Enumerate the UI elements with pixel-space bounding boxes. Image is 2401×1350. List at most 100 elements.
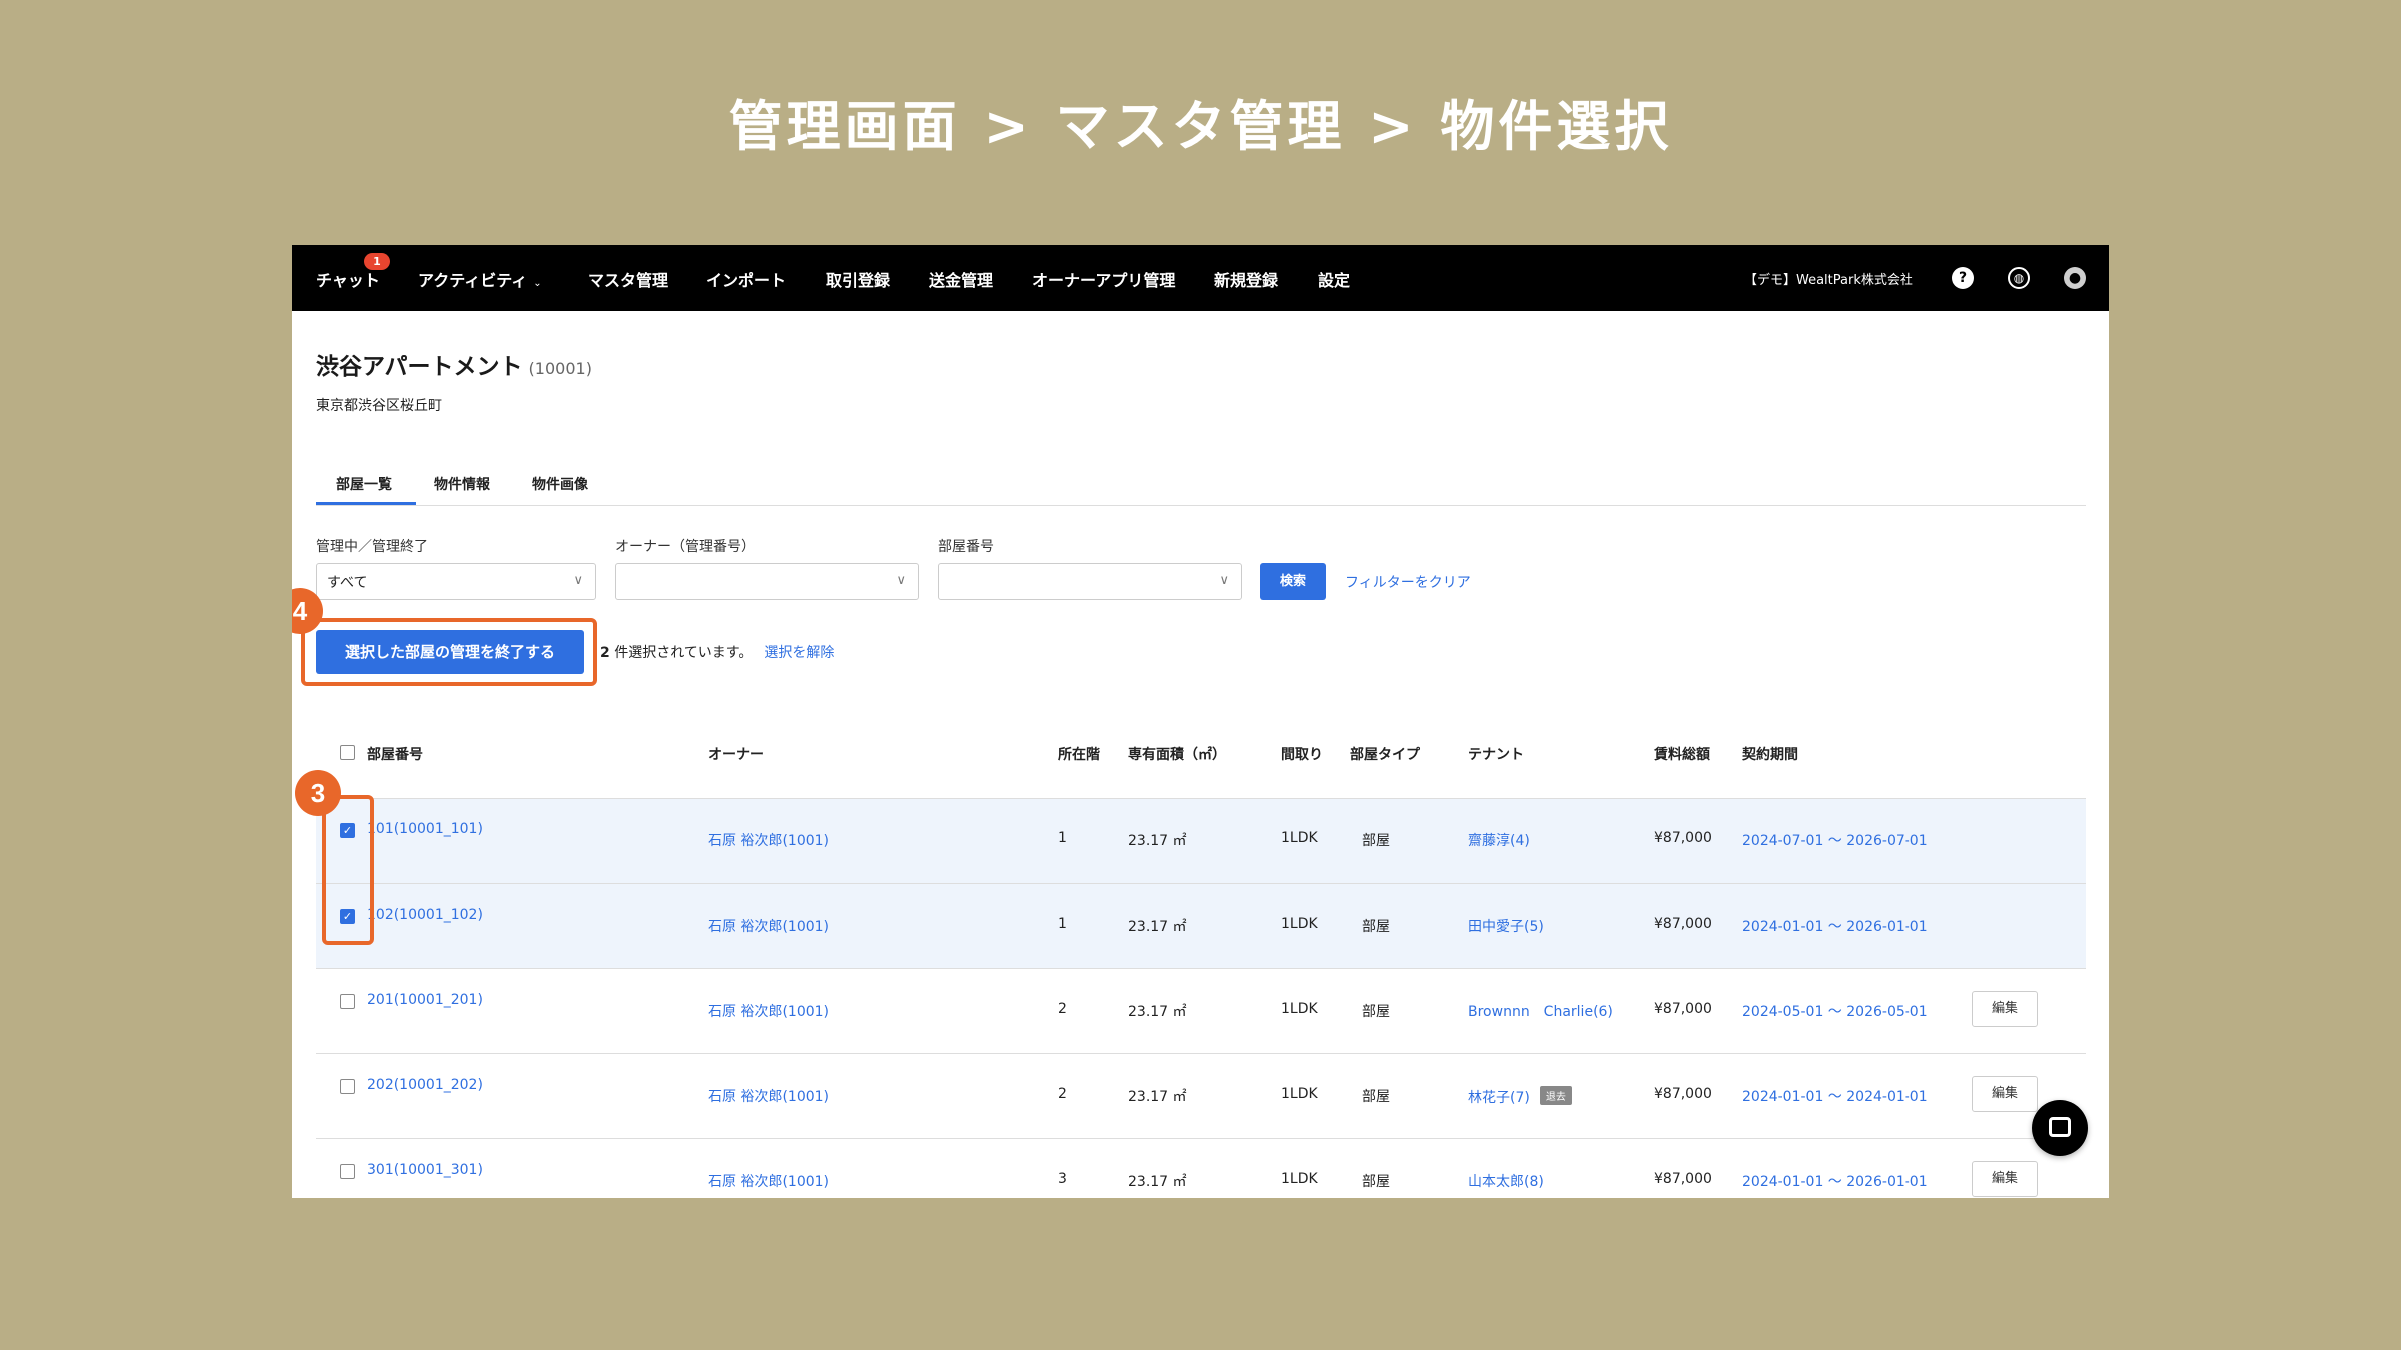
owner-link[interactable]: 石原 裕次郎(1001) — [708, 830, 829, 850]
row-checkbox[interactable] — [340, 1079, 355, 1094]
tab-property-info[interactable]: 物件情報 — [434, 474, 490, 494]
clear-selection-link[interactable]: 選択を解除 — [764, 645, 834, 661]
header-area: 専有面積（㎡） — [1128, 747, 1226, 763]
status-select[interactable]: すべて ∨ — [316, 563, 596, 600]
property-title: 渋谷アパートメント (10001) — [316, 347, 592, 381]
nav-remittance[interactable]: 送金管理 — [929, 267, 993, 291]
room-link[interactable]: 201(10001_201) — [367, 992, 483, 1008]
row-checkbox[interactable] — [340, 1164, 355, 1179]
tenant-link[interactable]: 林花子(7) — [1468, 1090, 1530, 1106]
selection-info: 2 件選択されています。 選択を解除 — [600, 642, 834, 662]
property-address: 東京都渋谷区桜丘町 — [316, 398, 442, 414]
owner-link[interactable]: 石原 裕次郎(1001) — [708, 1171, 829, 1191]
room-select[interactable]: ∨ — [938, 563, 1242, 600]
tenant-link[interactable]: 齋藤淳(4) — [1468, 830, 1530, 850]
floor-cell: 1 — [1058, 916, 1067, 932]
room-link[interactable]: 101(10001_101) — [367, 821, 483, 837]
type-cell: 部屋 — [1362, 1004, 1390, 1020]
owner-select[interactable]: ∨ — [615, 563, 919, 600]
nav-new[interactable]: 新規登録 — [1214, 267, 1278, 291]
slide-title: 管理画面 > マスタ管理 > 物件選択 — [728, 95, 1673, 158]
header-room-type: 部屋タイプ — [1350, 747, 1420, 763]
status-select-value: すべて — [327, 575, 368, 591]
layout-cell: 1LDK — [1281, 1001, 1318, 1017]
floor-cell: 2 — [1058, 1086, 1067, 1102]
nav-activity[interactable]: アクティビティ ⌄ — [418, 267, 542, 291]
help-icon[interactable]: ? — [1952, 267, 1974, 289]
room-link[interactable]: 202(10001_202) — [367, 1077, 483, 1093]
period-link[interactable]: 2024-01-01 〜 2026-01-01 — [1742, 916, 1928, 936]
area-cell: 23.17 ㎡ — [1128, 1174, 1187, 1190]
type-cell: 部屋 — [1362, 1174, 1390, 1190]
period-link[interactable]: 2024-07-01 〜 2026-07-01 — [1742, 830, 1928, 850]
room-link[interactable]: 102(10001_102) — [367, 907, 483, 923]
room-link[interactable]: 301(10001_301) — [367, 1162, 483, 1178]
tenant-cell: 林花子(7) 退去 — [1468, 1086, 1572, 1107]
globe-icon[interactable]: ◍ — [2008, 267, 2030, 289]
period-link[interactable]: 2024-05-01 〜 2026-05-01 — [1742, 1001, 1928, 1021]
nav-chat[interactable]: チャット 1 — [316, 253, 390, 291]
annotation-box-checkboxes — [322, 795, 374, 945]
edit-button[interactable]: 編集 — [1972, 1161, 2038, 1197]
chevron-down-icon: ∨ — [896, 573, 906, 588]
header-owner: オーナー — [708, 747, 764, 763]
type-cell: 部屋 — [1362, 833, 1390, 849]
layout-cell: 1LDK — [1281, 1086, 1318, 1102]
edit-button[interactable]: 編集 — [1972, 991, 2038, 1027]
chat-support-button[interactable] — [2032, 1100, 2088, 1156]
app-window: チャット 1 アクティビティ ⌄ マスタ管理 インポート 取引登録 送金管理 オー… — [292, 245, 2109, 1198]
chat-bubble-icon — [2049, 1117, 2071, 1137]
owner-link[interactable]: 石原 裕次郎(1001) — [708, 1001, 829, 1021]
tenant-link[interactable]: 山本太郎(8) — [1468, 1171, 1544, 1191]
nav-import[interactable]: インポート — [706, 267, 786, 291]
owner-link[interactable]: 石原 裕次郎(1001) — [708, 1086, 829, 1106]
nav-activity-label: アクティビティ — [418, 271, 528, 290]
user-icon[interactable]: ● — [2064, 267, 2086, 289]
header-floor: 所在階 — [1058, 747, 1100, 763]
table-divider — [316, 1053, 2086, 1054]
area-cell: 23.17 ㎡ — [1128, 919, 1187, 935]
selected-count: 2 — [600, 645, 610, 661]
rent-cell: ¥87,000 — [1654, 916, 1712, 932]
type-cell: 部屋 — [1362, 919, 1390, 935]
header-tenant: テナント — [1468, 747, 1524, 763]
status-filter-label: 管理中／管理終了 — [316, 539, 428, 555]
clear-filter-link[interactable]: フィルターをクリア — [1345, 572, 1471, 592]
nav-master[interactable]: マスタ管理 — [588, 267, 668, 291]
nav-chat-label: チャット — [316, 271, 380, 290]
owner-filter-label: オーナー（管理番号） — [615, 539, 755, 555]
tab-rooms[interactable]: 部屋一覧 — [336, 474, 392, 494]
annotation-box-end-button — [301, 618, 597, 686]
moved-out-badge: 退去 — [1539, 1086, 1572, 1105]
floor-cell: 3 — [1058, 1171, 1067, 1187]
row-checkbox[interactable] — [340, 994, 355, 1009]
header-period: 契約期間 — [1742, 747, 1798, 763]
nav-transaction[interactable]: 取引登録 — [826, 267, 890, 291]
header-layout: 間取り — [1281, 747, 1323, 763]
room-filter-label: 部屋番号 — [938, 539, 994, 555]
rent-cell: ¥87,000 — [1654, 1086, 1712, 1102]
tenant-link[interactable]: 田中愛子(5) — [1468, 916, 1544, 936]
nav-settings[interactable]: 設定 — [1318, 267, 1350, 291]
period-link[interactable]: 2024-01-01 〜 2024-01-01 — [1742, 1086, 1928, 1106]
select-all-checkbox[interactable] — [340, 745, 355, 760]
active-tab-indicator — [316, 502, 416, 505]
area-cell: 23.17 ㎡ — [1128, 1004, 1187, 1020]
tabs-divider — [316, 505, 2086, 506]
annotation-step-3: 3 — [295, 770, 341, 816]
tenant-link[interactable]: Brownnn Charlie(6) — [1468, 1001, 1613, 1021]
floor-cell: 2 — [1058, 1001, 1067, 1017]
search-button[interactable]: 検索 — [1260, 563, 1326, 600]
property-code: (10001) — [528, 359, 592, 378]
layout-cell: 1LDK — [1281, 830, 1318, 846]
owner-link[interactable]: 石原 裕次郎(1001) — [708, 916, 829, 936]
rent-cell: ¥87,000 — [1654, 830, 1712, 846]
type-cell: 部屋 — [1362, 1089, 1390, 1105]
tab-property-images[interactable]: 物件画像 — [532, 474, 588, 494]
top-nav: チャット 1 アクティビティ ⌄ マスタ管理 インポート 取引登録 送金管理 オー… — [292, 245, 2109, 311]
company-name: 【デモ】WealtPark株式会社 — [1744, 273, 1913, 288]
header-room: 部屋番号 — [367, 747, 423, 763]
period-link[interactable]: 2024-01-01 〜 2026-01-01 — [1742, 1171, 1928, 1191]
nav-owner-app[interactable]: オーナーアプリ管理 — [1032, 267, 1175, 291]
edit-button[interactable]: 編集 — [1972, 1076, 2038, 1112]
